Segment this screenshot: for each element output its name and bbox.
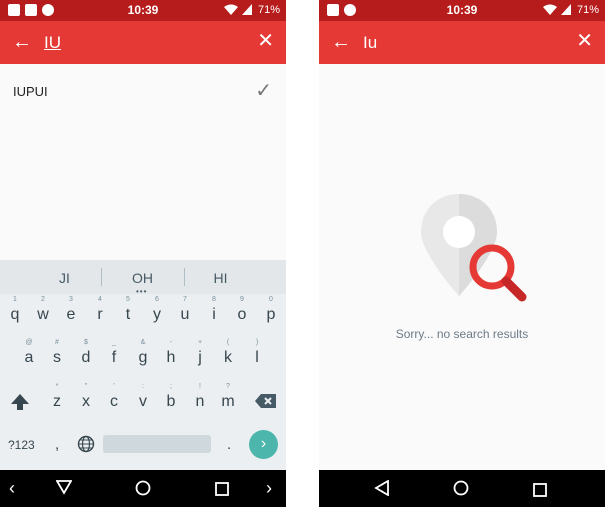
magnifier-icon — [469, 244, 527, 302]
backspace-icon — [255, 394, 276, 408]
key-u[interactable]: 7u — [174, 296, 196, 324]
comma-key[interactable]: , — [55, 436, 59, 453]
more-suggestions-icon[interactable]: ••• — [136, 287, 147, 296]
wifi-icon — [543, 4, 557, 15]
globe-icon — [77, 435, 95, 453]
search-app-bar: ← Iu ✕ — [319, 21, 605, 64]
enter-key[interactable]: › — [249, 430, 278, 459]
status-bar: 10:39 71% — [0, 0, 286, 21]
suggestion-strip: JI OH HI ••• — [0, 260, 286, 296]
signal-icon — [242, 4, 252, 15]
shift-key[interactable] — [10, 392, 30, 417]
search-input[interactable]: Iu — [363, 33, 377, 53]
key-t[interactable]: 5t — [117, 296, 139, 324]
key-y[interactable]: 6y — [146, 296, 168, 324]
key-i[interactable]: 8i — [203, 296, 225, 324]
recents-square-icon[interactable] — [533, 481, 547, 501]
key-w[interactable]: 2w — [32, 296, 54, 324]
key-x[interactable]: " x — [75, 383, 97, 411]
battery-level: 71% — [257, 4, 280, 16]
left-screen: 10:39 71% ← IU ✕ IUPUI ✓ JI OH HI ••• 1q… — [0, 0, 286, 507]
result-label: IUPUI — [13, 84, 48, 99]
home-circle-icon[interactable] — [453, 480, 469, 500]
check-icon: ✓ — [255, 80, 272, 102]
close-icon[interactable]: ✕ — [257, 30, 274, 52]
right-screen: 10:39 71% ← Iu ✕ Sorry... no search resu… — [319, 0, 605, 507]
key-z[interactable]: * z — [46, 383, 68, 411]
key-j[interactable]: + j — [189, 339, 211, 367]
key-o[interactable]: 9o — [231, 296, 253, 324]
home-circle-icon[interactable] — [135, 480, 151, 500]
key-l[interactable]: ) l — [246, 339, 268, 367]
period-key[interactable]: . — [227, 436, 231, 453]
list-item[interactable]: IUPUI ✓ — [0, 64, 286, 120]
no-results-illustration — [419, 192, 529, 307]
status-bar: 10:39 71% — [319, 0, 605, 21]
battery-level: 71% — [576, 4, 599, 16]
back-triangle-icon[interactable] — [374, 479, 390, 500]
key-d[interactable]: $ d — [75, 339, 97, 367]
back-arrow-icon[interactable]: ← — [12, 31, 32, 53]
key-k[interactable]: (k — [217, 339, 239, 367]
key-m[interactable]: ? m — [217, 383, 239, 411]
system-icons — [543, 4, 571, 15]
key-b[interactable]: ; b — [160, 383, 182, 411]
chevron-right-icon[interactable]: › — [266, 478, 272, 498]
system-icons — [224, 4, 252, 15]
space-bar[interactable] — [103, 435, 211, 453]
soft-keyboard: JI OH HI ••• 1q 2w 3e 4r 5t 6y 7u 8i 9o … — [0, 260, 286, 470]
shift-arrow-icon — [11, 394, 29, 410]
navigation-bar: ‹ › — [0, 470, 286, 507]
signal-icon — [561, 4, 571, 15]
search-app-bar: ← IU ✕ — [0, 21, 286, 64]
wifi-icon — [224, 4, 238, 15]
key-s[interactable]: # s — [46, 339, 68, 367]
key-q[interactable]: 1q — [4, 296, 26, 324]
navigation-bar — [319, 470, 605, 507]
language-key[interactable] — [77, 435, 95, 458]
key-p[interactable]: 0p — [260, 296, 282, 324]
key-f[interactable]: _ f — [103, 339, 125, 367]
recents-square-icon[interactable] — [215, 480, 229, 500]
key-e[interactable]: 3e — [60, 296, 82, 324]
close-icon[interactable]: ✕ — [576, 30, 593, 52]
chevron-right-icon: › — [260, 435, 267, 452]
key-h[interactable]: -h — [160, 339, 182, 367]
key-r[interactable]: 4r — [89, 296, 111, 324]
key-a[interactable]: @ a — [18, 339, 40, 367]
back-triangle-icon[interactable] — [55, 479, 73, 499]
search-input[interactable]: IU — [44, 33, 61, 53]
symbols-key[interactable]: ?123 — [8, 438, 35, 452]
no-results-message: Sorry... no search results — [395, 327, 529, 341]
chevron-left-icon[interactable]: ‹ — [9, 478, 15, 498]
backspace-key[interactable] — [255, 393, 277, 414]
key-v[interactable]: :v — [132, 383, 154, 411]
key-g[interactable]: & g — [132, 339, 154, 367]
key-n[interactable]: ! n — [189, 383, 211, 411]
back-arrow-icon[interactable]: ← — [331, 31, 351, 53]
key-c[interactable]: ' c — [103, 383, 125, 411]
suggestion-item[interactable]: HI — [173, 270, 268, 286]
